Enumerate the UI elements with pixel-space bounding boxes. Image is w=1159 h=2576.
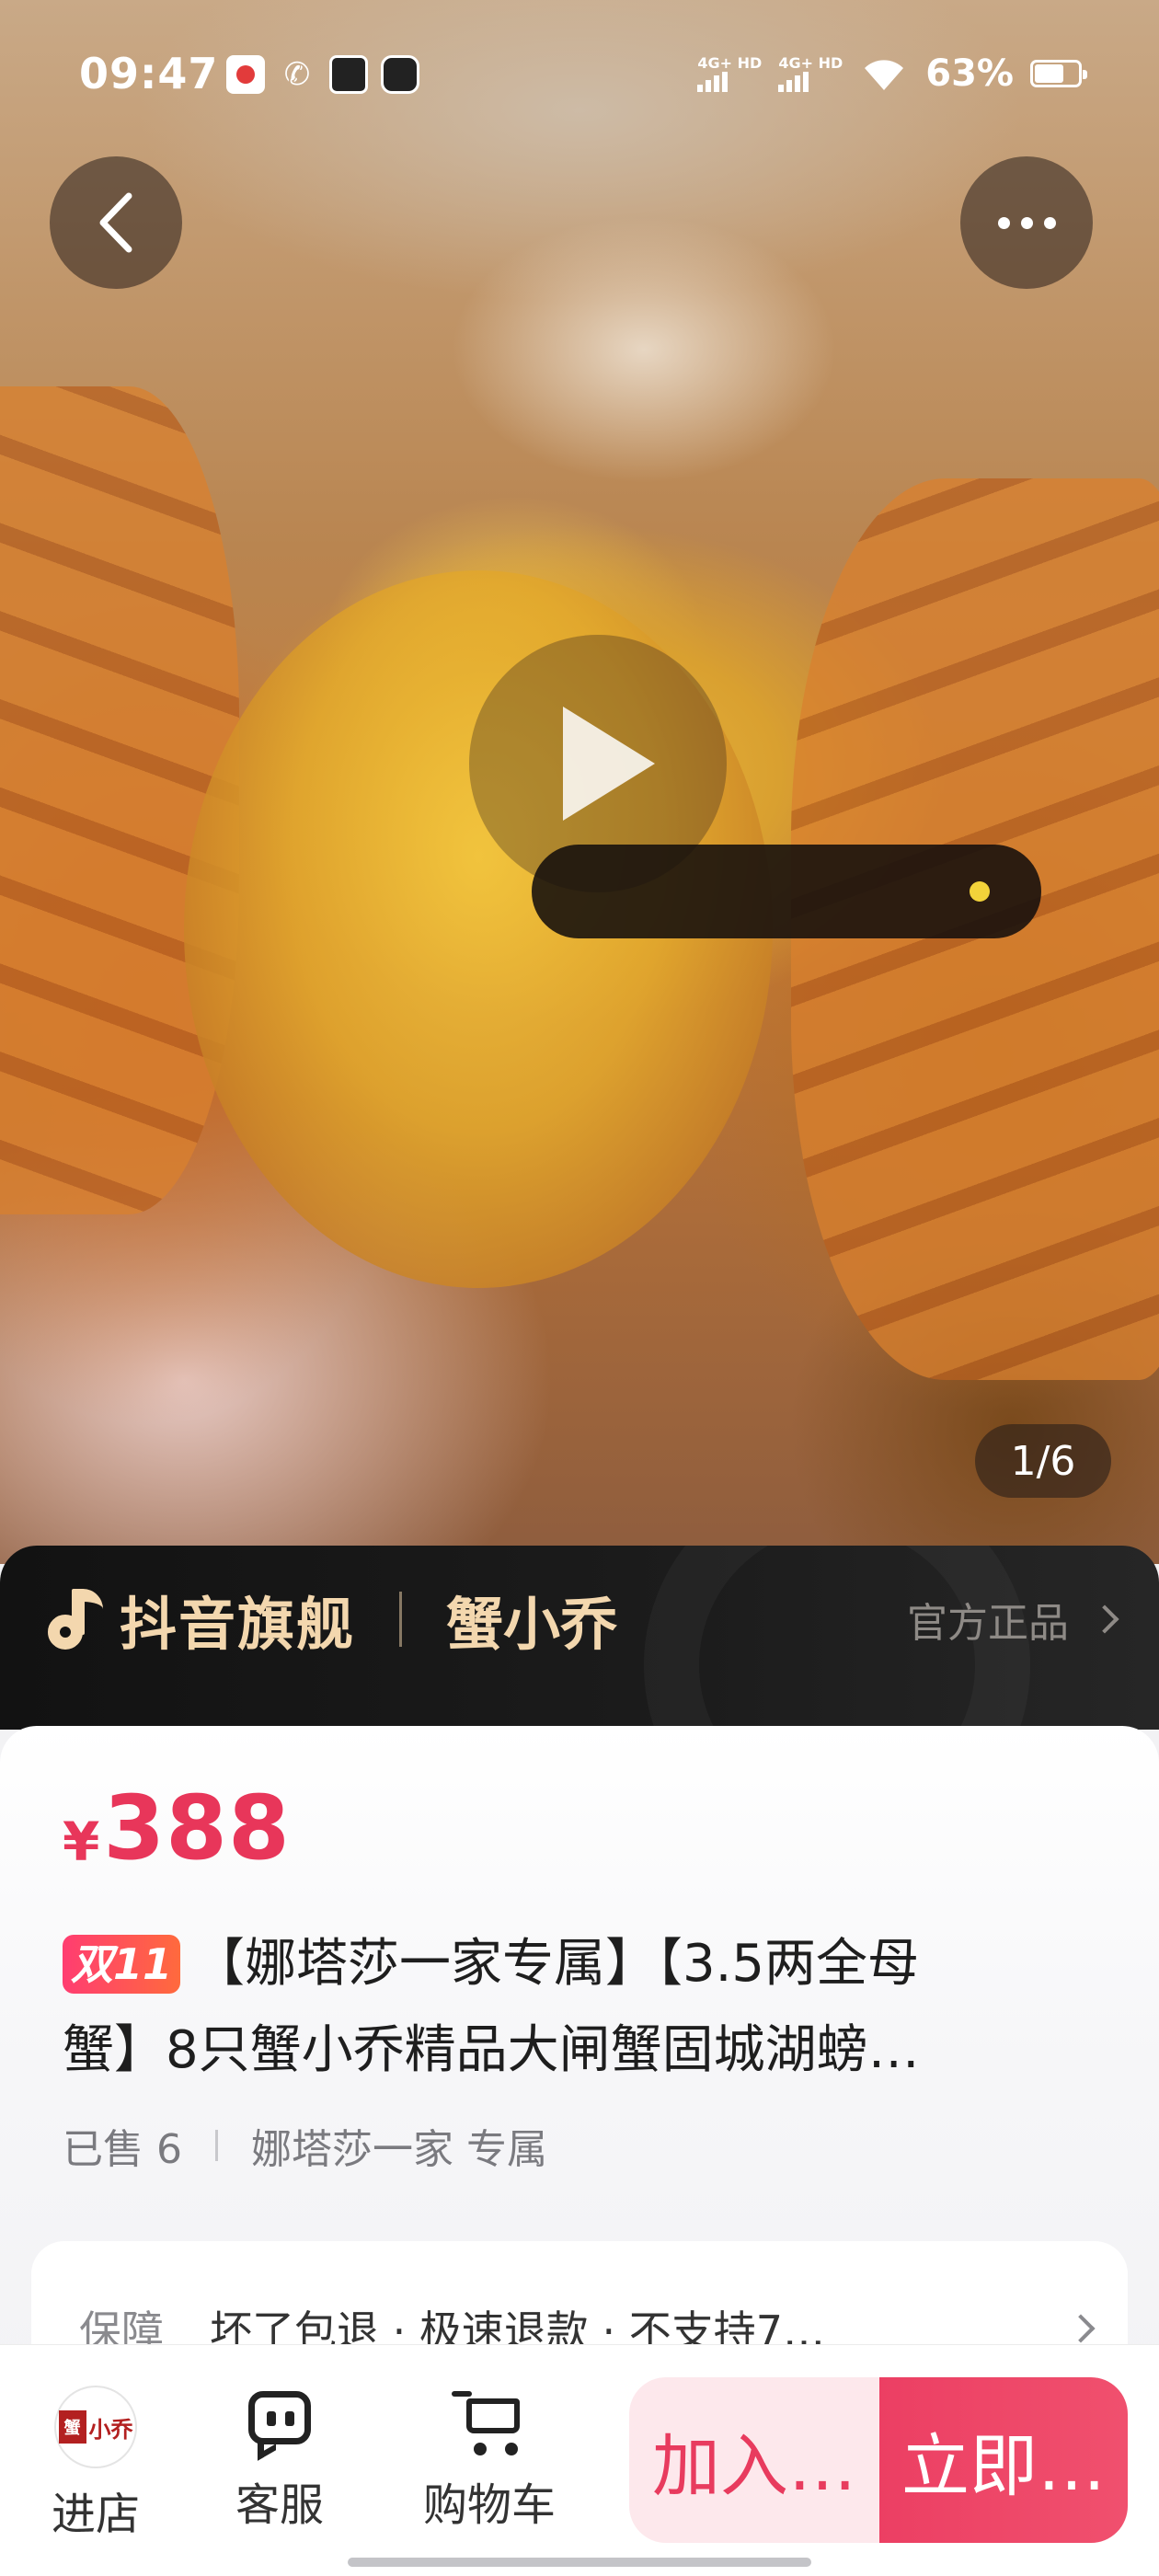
title-line-1: 双11 【娜塔莎一家专属】【3.5两全母	[63, 1921, 1102, 2007]
title-text-2: 蟹】8只蟹小乔精品大闸蟹固城湖螃…	[63, 2020, 920, 2080]
store-button[interactable]: 蟹小乔 进店	[22, 2386, 169, 2542]
title-text-1: 【娜塔莎一家专属】【3.5两全母	[193, 1934, 920, 1994]
notification-icons: ✆	[226, 55, 419, 94]
price-currency: ¥	[63, 1811, 100, 1873]
chevron-right-icon	[1066, 2314, 1096, 2343]
add-to-cart-button[interactable]: 加入…	[629, 2377, 879, 2543]
chat-icon	[243, 2386, 316, 2461]
customer-service-button[interactable]: 客服	[206, 2386, 353, 2533]
official-label: 官方正品	[907, 1600, 1069, 1647]
title-line-2: 蟹】8只蟹小乔精品大闸蟹固城湖螃…	[63, 2007, 1102, 2094]
product-meta: 已售 6 娜塔莎一家 专属	[63, 2116, 547, 2175]
wechat-icon: ✆	[283, 56, 311, 93]
brand-banner[interactable]: 抖音旗舰 蟹小乔 官方正品	[0, 1546, 1159, 1730]
system-icons: 4G+ HD 4G+ HD 63%	[697, 37, 1087, 110]
status-time: 09:47	[79, 49, 219, 98]
signal-icon: 4G+ HD	[697, 55, 762, 92]
service-label: 客服	[235, 2479, 324, 2531]
cart-label: 购物车	[422, 2479, 556, 2531]
wifi-icon	[865, 60, 904, 90]
signal-icon-2: 4G+ HD	[778, 55, 843, 92]
brand-platform-label: 抖音旗舰	[120, 1591, 356, 1658]
home-indicator[interactable]	[348, 2558, 811, 2567]
sold-count: 已售 6	[63, 2126, 182, 2173]
exclusive-label: 娜塔莎一家 专属	[250, 2126, 547, 2173]
more-dots-icon	[997, 216, 1056, 229]
back-arrow-icon	[99, 192, 132, 253]
tiktok-icon	[44, 1587, 107, 1651]
mail-icon	[329, 55, 368, 94]
price: ¥ 388	[63, 1777, 291, 1879]
app-notification-icon	[226, 55, 265, 94]
cart-button[interactable]: 购物车	[416, 2386, 563, 2533]
cart-icon	[450, 2386, 529, 2459]
store-logo-icon: 蟹小乔	[54, 2386, 137, 2468]
camera-icon	[381, 55, 419, 94]
price-value: 388	[103, 1777, 291, 1880]
progress-dot	[970, 881, 990, 902]
meta-divider	[214, 2130, 218, 2161]
promo-badge: 双11	[63, 1935, 180, 1994]
buy-now-button[interactable]: 立即…	[879, 2377, 1128, 2543]
back-button[interactable]	[50, 156, 182, 289]
brand-divider	[399, 1592, 403, 1647]
chevron-right-icon	[1090, 1604, 1119, 1634]
battery-icon	[1030, 60, 1087, 87]
store-label: 进店	[51, 2489, 140, 2540]
image-page-indicator: 1/6	[975, 1424, 1111, 1498]
more-button[interactable]	[960, 156, 1093, 289]
product-title[interactable]: 双11 【娜塔莎一家专属】【3.5两全母 蟹】8只蟹小乔精品大闸蟹固城湖螃…	[63, 1921, 1102, 2094]
video-progress-pill	[532, 845, 1041, 938]
status-bar: 09:47 ✆ 4G+ HD 4G+ HD 63%	[0, 37, 1159, 110]
brand-shop-name: 蟹小乔	[446, 1591, 618, 1658]
battery-percent: 63%	[925, 52, 1014, 95]
